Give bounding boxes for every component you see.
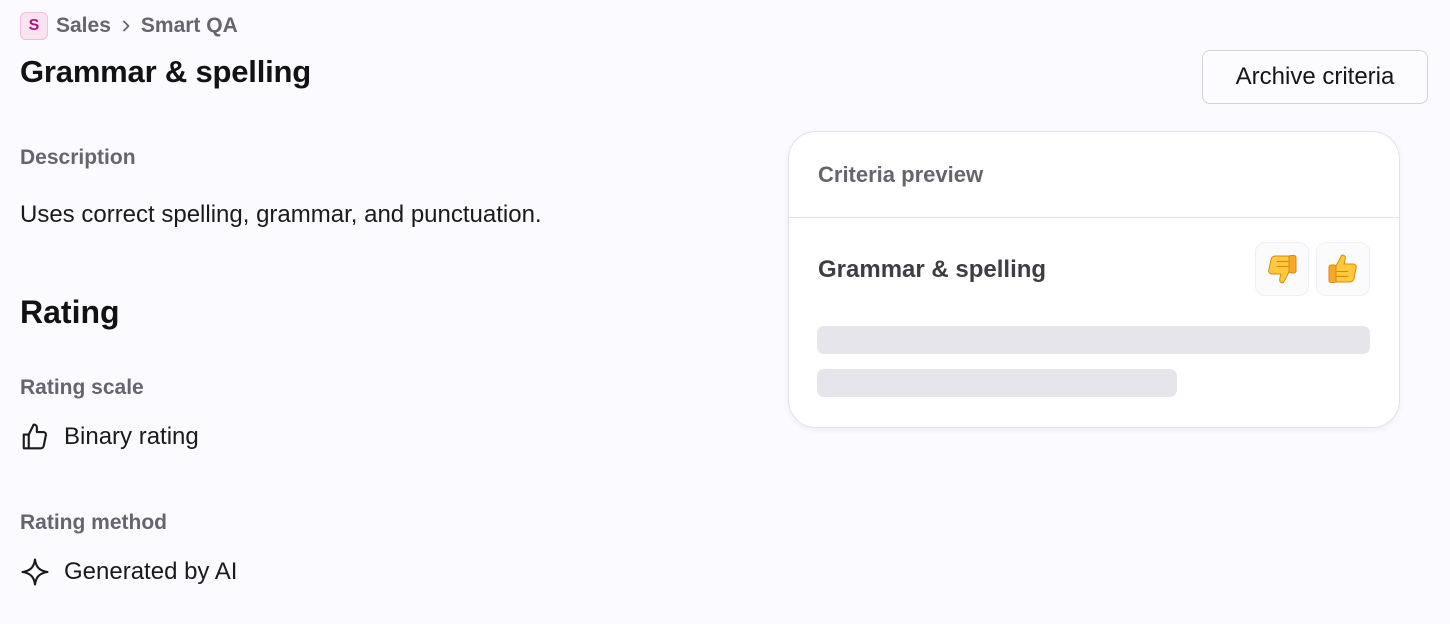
skeleton-line	[817, 326, 1370, 354]
criteria-detail-page: S Sales Smart QA Grammar & spelling Arch…	[0, 0, 1450, 624]
breadcrumb: S Sales Smart QA	[20, 12, 238, 40]
breadcrumb-workspace-link[interactable]: Sales	[56, 14, 111, 38]
breadcrumb-current[interactable]: Smart QA	[141, 14, 238, 38]
rating-method-value: Generated by AI	[20, 557, 237, 587]
rating-method-label: Rating method	[20, 511, 167, 534]
rating-scale-value: Binary rating	[20, 422, 199, 452]
rating-scale-text: Binary rating	[64, 423, 199, 450]
thumbs-down-button[interactable]	[1255, 242, 1309, 296]
criteria-preview-card: Criteria preview Grammar & spelling	[788, 131, 1400, 428]
skeleton-line	[817, 369, 1177, 397]
description-label: Description	[20, 146, 136, 169]
rating-heading: Rating	[20, 294, 120, 330]
chevron-right-icon	[119, 19, 133, 33]
workspace-badge[interactable]: S	[20, 12, 48, 40]
criteria-preview-body: Grammar & spelling	[789, 218, 1399, 427]
criteria-preview-header: Criteria preview	[789, 132, 1399, 218]
rating-scale-label: Rating scale	[20, 376, 144, 399]
rating-method-text: Generated by AI	[64, 558, 238, 585]
archive-criteria-button[interactable]: Archive criteria	[1202, 50, 1428, 104]
thumbs-up-emoji-icon	[1328, 254, 1357, 283]
thumbs-down-emoji-icon	[1268, 255, 1297, 284]
thumbs-up-button[interactable]	[1316, 242, 1370, 296]
sparkle-icon	[20, 557, 50, 587]
description-text: Uses correct spelling, grammar, and punc…	[20, 201, 542, 228]
thumbs-up-icon	[20, 422, 50, 452]
criteria-preview-title: Grammar & spelling	[818, 256, 1047, 283]
page-title: Grammar & spelling	[20, 54, 311, 89]
